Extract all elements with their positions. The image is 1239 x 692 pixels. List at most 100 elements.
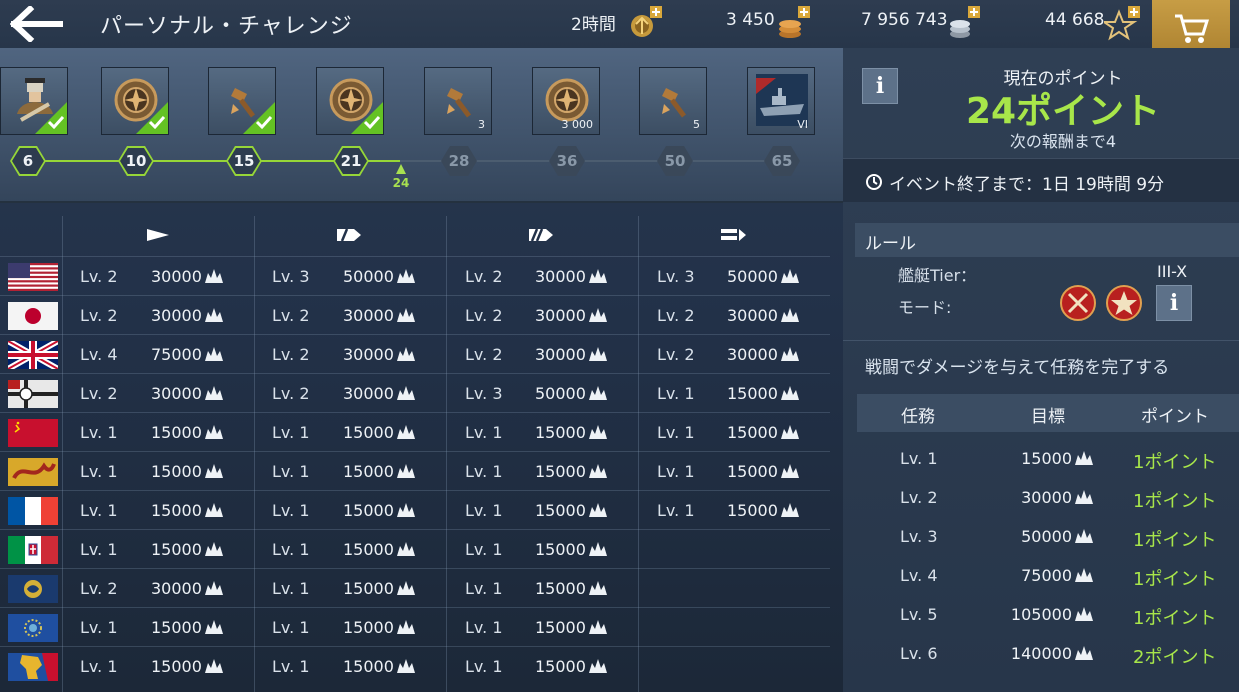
next-reward-text: 次の報酬まで4: [1009, 132, 1117, 151]
reward-slot[interactable]: [0, 67, 68, 135]
cell-damage-target: 30000: [151, 384, 224, 403]
mission-level: Lv. 1: [900, 449, 938, 468]
mission-goal: 140000: [1000, 644, 1094, 663]
cell-level: Lv. 1: [80, 423, 118, 442]
reward-slot[interactable]: 3: [424, 67, 492, 135]
reward-count: 3: [478, 118, 485, 131]
tier-label: 艦艇Tier：: [898, 266, 977, 285]
cell-damage-target: 15000: [727, 462, 800, 481]
rules-header: ルール: [855, 223, 1239, 257]
cruiser-class-icon: [334, 226, 364, 244]
nation-challenge-table: Lv. 2 30000 Lv. 3 50000 Lv. 2 30000 Lv. 3 50000…: [0, 212, 830, 692]
mode-info-button[interactable]: i: [1156, 285, 1192, 321]
damage-icon: [780, 464, 799, 478]
damage-icon: [588, 347, 607, 361]
cell-damage-target: 15000: [535, 618, 608, 637]
table-header: [0, 212, 830, 256]
reward-slot[interactable]: 5: [639, 67, 707, 135]
damage-icon: [396, 347, 415, 361]
premium-add-icon[interactable]: [626, 4, 664, 42]
damage-icon: [204, 269, 223, 283]
cell-damage-target: 15000: [343, 501, 416, 520]
cell-level: Lv. 1: [272, 501, 310, 520]
cell-damage-target: 15000: [727, 501, 800, 520]
cell-damage-target: 15000: [151, 423, 224, 442]
free-xp-value: 44 668: [1045, 10, 1105, 30]
reward-slot[interactable]: [208, 67, 276, 135]
cell-damage-target: 50000: [535, 384, 608, 403]
destroyer-class-icon: [143, 226, 173, 244]
cell-damage-target: 15000: [727, 384, 800, 403]
battleship-class-icon: [526, 226, 556, 244]
back-button[interactable]: [9, 4, 66, 44]
cell-level: Lv. 2: [272, 345, 310, 364]
cell-level: Lv. 1: [657, 423, 695, 442]
ranked-battle-mode-icon[interactable]: [1105, 284, 1143, 322]
event-timer-text: イベント終了まで：1日 19時間 9分: [889, 175, 1165, 195]
current-points-value: 24ポイント: [965, 91, 1161, 132]
cart-icon: [1175, 14, 1209, 43]
table-row: Lv. 2 30000 Lv. 2 30000 Lv. 3 50000 Lv. 1 15000: [0, 373, 830, 412]
free-xp-add-icon[interactable]: [1100, 4, 1142, 42]
damage-icon: [396, 542, 415, 556]
cell-level: Lv. 1: [272, 657, 310, 676]
mission-points: 1ポイント: [1133, 569, 1217, 590]
cell-damage-target: 30000: [343, 384, 416, 403]
reward-slot[interactable]: VI: [747, 67, 815, 135]
mission-level: Lv. 3: [900, 527, 938, 546]
cell-damage-target: 30000: [151, 579, 224, 598]
cell-level: Lv. 2: [657, 345, 695, 364]
damage-icon: [1075, 646, 1093, 660]
top-bar: パーソナル・チャレンジ 2時間 3 450 7 956 743 44 668: [0, 0, 1239, 72]
points-info-button[interactable]: i: [862, 68, 898, 104]
cell-damage-target: 15000: [535, 423, 608, 442]
damage-icon: [396, 269, 415, 283]
current-progress-marker: 24: [391, 164, 411, 190]
cell-level: Lv. 1: [272, 618, 310, 637]
cell-level: Lv. 1: [80, 501, 118, 520]
damage-icon: [396, 308, 415, 322]
damage-icon: [588, 386, 607, 400]
flag-europe-icon: [8, 614, 58, 642]
cell-level: Lv. 1: [272, 579, 310, 598]
damage-icon: [1075, 490, 1093, 504]
reward-slot[interactable]: 2: [316, 67, 384, 135]
damage-icon: [588, 620, 607, 634]
flag-italy-icon: [8, 536, 58, 564]
tier-value: III-X: [1157, 262, 1188, 281]
damage-icon: [396, 503, 415, 517]
random-battle-mode-icon[interactable]: [1059, 284, 1097, 322]
damage-icon: [780, 308, 799, 322]
milestone-badge: 21: [333, 146, 369, 176]
cell-damage-target: 30000: [343, 306, 416, 325]
credits-add-icon[interactable]: [774, 4, 812, 42]
milestone-badge: 15: [226, 146, 262, 176]
cell-level: Lv. 1: [657, 501, 695, 520]
milestone-badge: 28: [441, 146, 477, 176]
reward-slot[interactable]: 3 000: [532, 67, 600, 135]
mission-row: Lv. 3 50000 1ポイント: [857, 518, 1239, 557]
damage-icon: [204, 464, 223, 478]
cell-damage-target: 30000: [727, 306, 800, 325]
milestone-badge: 10: [118, 146, 154, 176]
cell-level: Lv. 2: [465, 345, 503, 364]
reward-slot[interactable]: 1: [101, 67, 169, 135]
clock-icon: [866, 174, 882, 190]
damage-icon: [204, 659, 223, 673]
cell-damage-target: 15000: [151, 657, 224, 676]
credits-value: 3 450: [726, 10, 775, 30]
damage-icon: [204, 308, 223, 322]
progress-track: 1 2 3 3 000 5 VI 6 10 15 21 28 36 50 65 24: [0, 48, 843, 203]
milestone-badge: 50: [657, 146, 693, 176]
mission-row: Lv. 4 75000 1ポイント: [857, 557, 1239, 596]
cell-level: Lv. 1: [272, 540, 310, 559]
cell-level: Lv. 1: [80, 540, 118, 559]
damage-icon: [780, 347, 799, 361]
damage-icon: [396, 425, 415, 439]
damage-icon: [588, 503, 607, 517]
silver-add-icon[interactable]: [944, 4, 982, 42]
damage-icon: [588, 659, 607, 673]
challenge-screen: パーソナル・チャレンジ 2時間 3 450 7 956 743 44 668 1…: [0, 0, 1239, 692]
damage-icon: [1075, 568, 1093, 582]
cell-level: Lv. 2: [80, 306, 118, 325]
